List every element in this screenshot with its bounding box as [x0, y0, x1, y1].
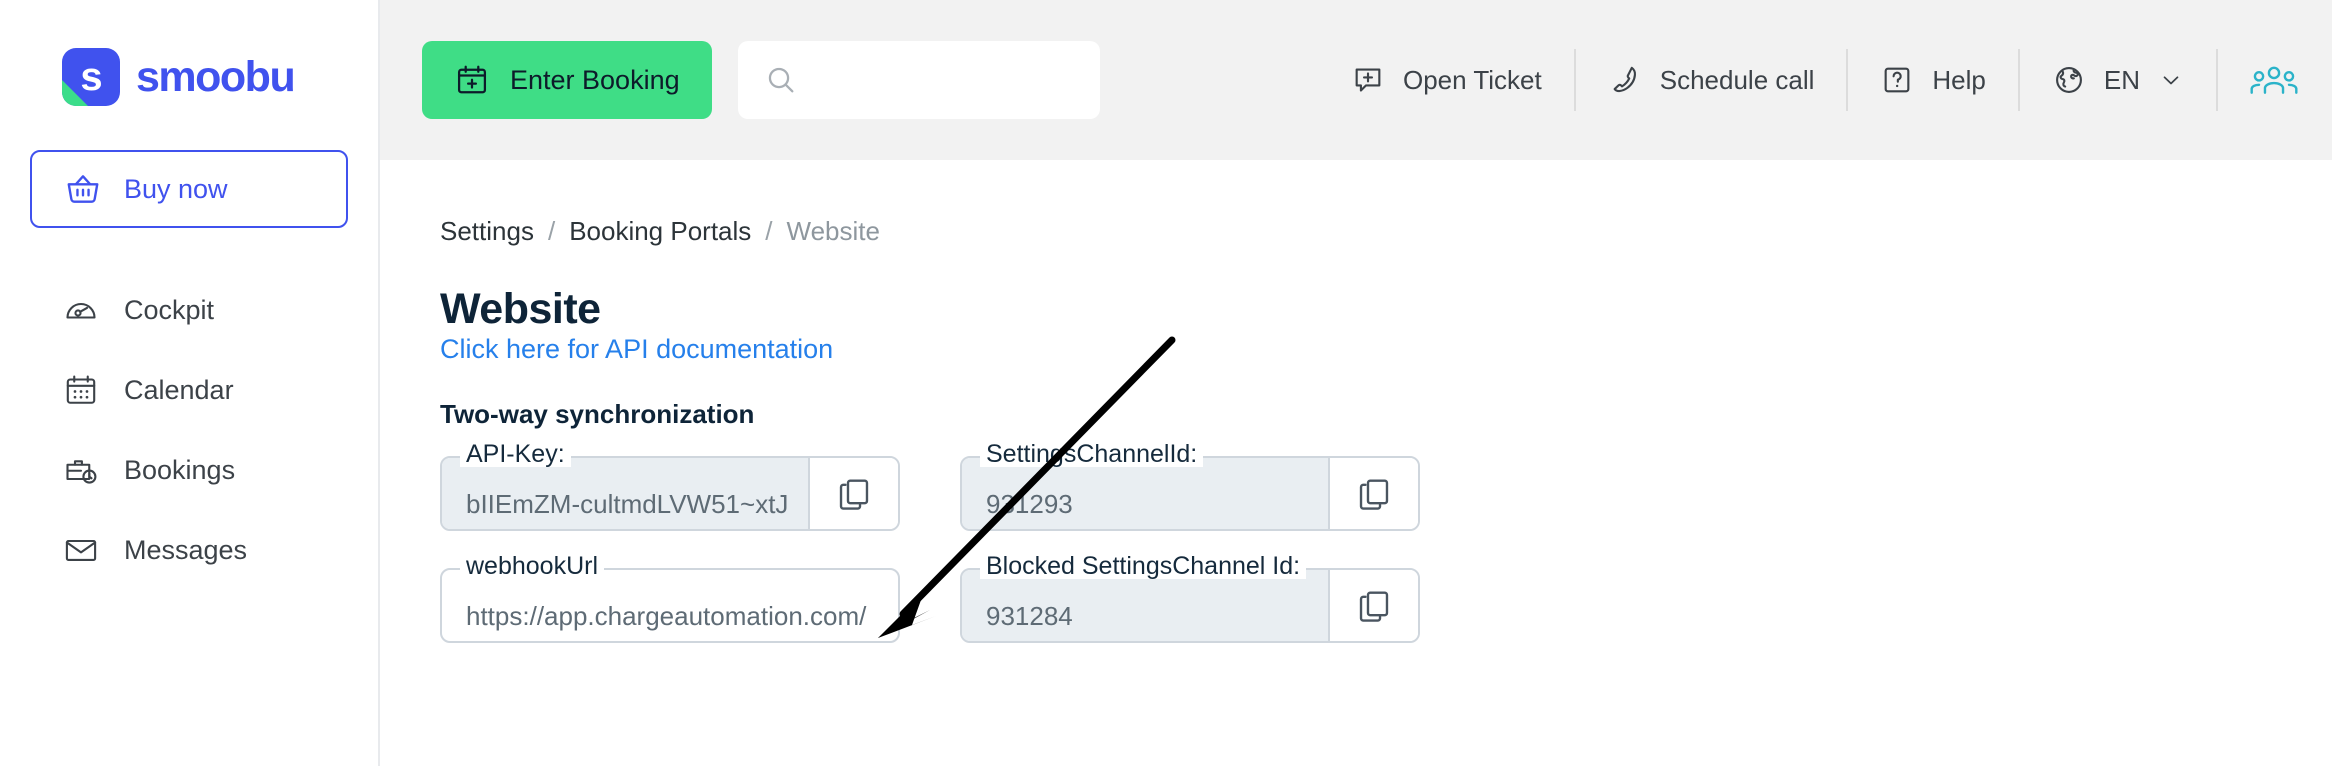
sidebar-item-label: Messages — [124, 534, 248, 565]
field-value: 931293 — [986, 489, 1073, 519]
open-ticket-label: Open Ticket — [1403, 64, 1542, 95]
field-body[interactable]: https://app.chargeautomation.com/ — [442, 570, 898, 641]
field-blocked-settings-channel-id[interactable]: Blocked SettingsChannel Id: 931284 — [960, 554, 1420, 643]
field-api-key[interactable]: API-Key: bIIEmZM-cultmdLVW51~xtJ — [440, 442, 900, 531]
smoobu-logo-icon: s — [62, 48, 120, 106]
field-label: API-Key: — [460, 442, 571, 467]
people-group-button[interactable] — [2216, 49, 2332, 111]
help-label: Help — [1932, 64, 1986, 95]
field-value: bIIEmZM-cultmdLVW51~xtJ — [466, 489, 789, 519]
sidebar-item-bookings[interactable]: Bookings — [0, 430, 378, 510]
main-area: Enter Booking Open Ticket Schedule call … — [380, 0, 2332, 766]
field-label: SettingsChannelId: — [980, 442, 1204, 467]
sidebar-item-label: Calendar — [124, 374, 234, 405]
field-body[interactable]: 931284 — [962, 570, 1328, 641]
briefcase-clock-icon — [62, 451, 100, 489]
enter-booking-label: Enter Booking — [510, 64, 680, 95]
field-label: webhookUrl — [460, 554, 605, 579]
page-content: Settings / Booking Portals / Website Web… — [380, 160, 2332, 643]
sidebar: s smoobu Buy now Cockpit Calendar Bookin… — [0, 0, 380, 766]
brand-name: smoobu — [136, 52, 296, 101]
language-label: EN — [2103, 64, 2140, 95]
field-webhook-url[interactable]: webhookUrl https://app.chargeautomation.… — [440, 554, 900, 643]
copy-settings-channel-id-button[interactable] — [1328, 458, 1418, 529]
globe-icon — [2052, 63, 2086, 97]
breadcrumb-item-booking-portals[interactable]: Booking Portals — [569, 216, 751, 247]
open-ticket-button[interactable]: Open Ticket — [1319, 49, 1574, 111]
breadcrumb: Settings / Booking Portals / Website — [440, 216, 2332, 247]
breadcrumb-separator: / — [765, 216, 773, 246]
sidebar-item-messages[interactable]: Messages — [0, 510, 378, 590]
people-group-icon — [2250, 61, 2298, 99]
breadcrumb-item-settings[interactable]: Settings — [440, 216, 534, 247]
chevron-down-icon — [2158, 67, 2184, 93]
sidebar-nav: Cockpit Calendar Bookings Messages — [0, 270, 378, 590]
copy-icon — [835, 475, 873, 513]
envelope-icon — [62, 531, 100, 569]
language-selector[interactable]: EN — [2017, 49, 2216, 111]
search-input[interactable] — [811, 66, 1052, 94]
sidebar-item-label: Bookings — [124, 454, 236, 485]
sync-fields-grid: API-Key: bIIEmZM-cultmdLVW51~xtJ Setting… — [440, 442, 2332, 643]
breadcrumb-item-website: Website — [786, 216, 880, 246]
topbar-actions: Open Ticket Schedule call Help EN — [1319, 41, 2332, 119]
schedule-call-label: Schedule call — [1659, 64, 1815, 95]
help-button[interactable]: Help — [1846, 49, 2017, 111]
question-box-icon — [1880, 63, 1914, 97]
sidebar-item-buy-now[interactable]: Buy now — [30, 150, 348, 228]
enter-booking-button[interactable]: Enter Booking — [422, 41, 712, 119]
sidebar-item-label: Buy now — [124, 173, 228, 204]
sidebar-item-label: Cockpit — [124, 294, 215, 325]
calendar-icon — [62, 371, 100, 409]
sidebar-item-calendar[interactable]: Calendar — [0, 350, 378, 430]
copy-blocked-settings-channel-id-button[interactable] — [1328, 570, 1418, 641]
copy-icon — [1355, 587, 1393, 625]
page-title: Website — [440, 285, 601, 333]
speedometer-icon — [62, 291, 100, 329]
copy-api-key-button[interactable] — [808, 458, 898, 529]
breadcrumb-separator: / — [547, 216, 556, 246]
search-box[interactable] — [737, 41, 1100, 119]
api-documentation-link[interactable]: Click here for API documentation — [440, 334, 833, 364]
field-settings-channel-id[interactable]: SettingsChannelId: 931293 — [960, 442, 1420, 531]
copy-icon — [1355, 475, 1393, 513]
ticket-plus-icon — [1351, 63, 1385, 97]
field-body[interactable]: 931293 — [962, 458, 1328, 529]
calendar-plus-icon — [454, 62, 490, 98]
field-value: https://app.chargeautomation.com/ — [466, 601, 867, 631]
top-bar: Enter Booking Open Ticket Schedule call … — [380, 0, 2332, 160]
phone-icon — [1608, 63, 1642, 97]
basket-icon — [64, 170, 102, 208]
sidebar-item-cockpit[interactable]: Cockpit — [0, 270, 378, 350]
field-label: Blocked SettingsChannel Id: — [980, 554, 1307, 579]
field-value: 931284 — [986, 601, 1073, 631]
field-body[interactable]: bIIEmZM-cultmdLVW51~xtJ — [442, 458, 808, 529]
search-icon — [764, 63, 798, 97]
brand-logo[interactable]: s smoobu — [0, 0, 378, 106]
section-title-two-way-sync: Two-way synchronization — [440, 399, 755, 429]
app-root: s smoobu Buy now Cockpit Calendar Bookin… — [0, 0, 2332, 766]
logo-corner-fold — [62, 80, 88, 106]
schedule-call-button[interactable]: Schedule call — [1573, 49, 1847, 111]
